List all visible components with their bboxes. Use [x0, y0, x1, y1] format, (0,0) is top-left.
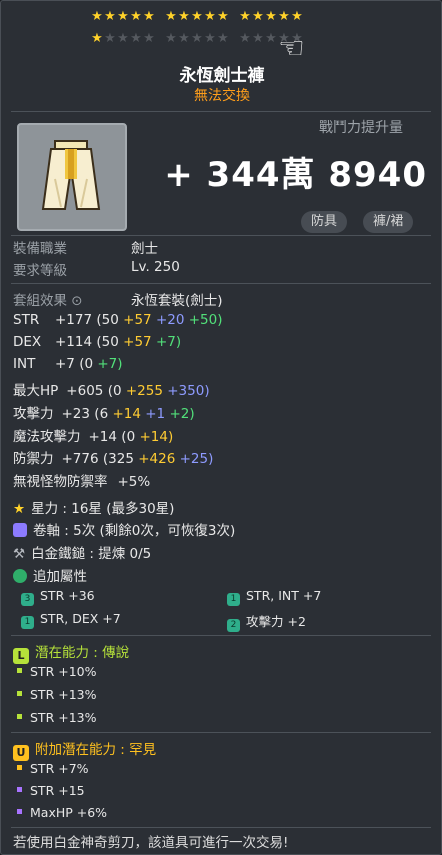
additional-potential-line: STR +7%	[17, 761, 89, 776]
unique-grade-icon: U	[13, 745, 29, 761]
additional-potential-line: STR +15	[17, 783, 85, 798]
req-level-value: Lv. 250	[131, 259, 180, 275]
tier-icon: 1	[227, 593, 240, 606]
req-job-value: 劍士	[131, 241, 158, 257]
stat-dex: DEX +114 (50 +57 +7)	[13, 334, 182, 350]
hammer-icon: ⚒	[13, 546, 26, 562]
bonus-stats-header: 追加屬性	[13, 565, 87, 585]
divider	[11, 283, 431, 284]
star-force-line: ★ 星力 : 16星 (最多30星)	[13, 501, 175, 517]
potential-header: L 潛在能力 : 傳說	[13, 641, 129, 664]
bonus-item: 1 STR, DEX +7	[21, 611, 121, 629]
item-image	[17, 123, 127, 231]
divider	[11, 111, 431, 112]
divider	[11, 827, 431, 828]
potential-line: STR +13%	[17, 687, 97, 702]
req-job-label: 裝備職業	[13, 241, 67, 257]
tier-icon: 2	[227, 619, 240, 632]
stat-str: STR +177 (50 +57 +20 +50)	[13, 312, 223, 328]
potential-line: STR +13%	[17, 710, 97, 725]
legendary-grade-icon: L	[13, 648, 29, 664]
leaf-icon	[13, 569, 27, 583]
set-effect-label: 套組效果 ⊙	[13, 293, 83, 309]
tier-icon: 3	[21, 593, 34, 606]
stat-max-hp: 最大HP +605 (0 +255 +350)	[13, 383, 210, 399]
stat-attack: 攻擊力 +23 (6 +14 +1 +2)	[13, 406, 195, 422]
item-tooltip: ★ ★ ★ ★ ★ ★ ★ ★ ★ ★ ★ ★ ★ ★ ★ ★ ★ ★ ★ ★ ★ ★ ★ ★ ★ ★ ★ ★ ★ ★ ☜ 永恆…	[0, 0, 442, 855]
star-force-stars: ★ ★ ★ ★ ★ ★ ★ ★ ★ ★ ★ ★ ★ ★ ★ ★ ★ ★ ★ ★ ★ ★ ★ ★ ★ ★ ★ ★ ★ ★	[1, 5, 441, 49]
item-name: 永恆劍士褲	[179, 66, 265, 86]
additional-potential-header: U 附加潛在能力 : 罕見	[13, 738, 156, 761]
additional-potential-line: MaxHP +6%	[17, 805, 107, 820]
tier-icon: 1	[21, 616, 34, 629]
divider	[11, 732, 431, 733]
lock-icon: ⊙	[71, 293, 83, 309]
stat-magic-attack: 魔法攻擊力 +14 (0 +14)	[13, 429, 174, 445]
footer-note: 若使用白金神奇剪刀，該道具可進行一次交易!	[13, 835, 289, 851]
scroll-line: 卷軸 : 5次 (剩餘0次，可恢復3次)	[13, 519, 235, 539]
subcategory-badge: 褲/裙	[363, 211, 414, 233]
req-level-label: 要求等級	[13, 263, 67, 279]
divider	[11, 635, 431, 636]
pants-icon	[41, 140, 101, 210]
set-effect-value: 永恆套裝(劍士)	[131, 293, 223, 309]
category-badge: 防具	[301, 211, 348, 233]
bonus-item: 2 攻擊力 +2	[227, 611, 306, 632]
combat-power-value: + 344萬 8940	[164, 155, 427, 195]
bonus-item: 3 STR +36	[21, 588, 95, 606]
combat-power-label: 戰鬥力提升量	[319, 120, 403, 136]
stat-ignore-defense: 無視怪物防禦率 +5%	[13, 474, 151, 490]
potential-line: STR +10%	[17, 664, 97, 679]
bonus-item: 1 STR, INT +7	[227, 588, 321, 606]
trade-status: 無法交換	[194, 88, 250, 104]
scroll-icon	[13, 523, 27, 537]
star-icon: ★	[13, 501, 26, 517]
star-row-1: ★ ★ ★ ★ ★ ★ ★ ★ ★ ★ ★ ★ ★ ★ ★	[91, 9, 303, 24]
star-row-2: ★ ★ ★ ★ ★ ★ ★ ★ ★ ★ ★ ★ ★ ★ ★	[91, 31, 303, 46]
stat-int: INT +7 (0 +7)	[13, 356, 123, 372]
divider	[11, 235, 431, 236]
stat-defense: 防禦力 +776 (325 +426 +25)	[13, 451, 214, 467]
hammer-line: ⚒ 白金鐵鎚 : 提煉 0/5	[13, 546, 152, 562]
